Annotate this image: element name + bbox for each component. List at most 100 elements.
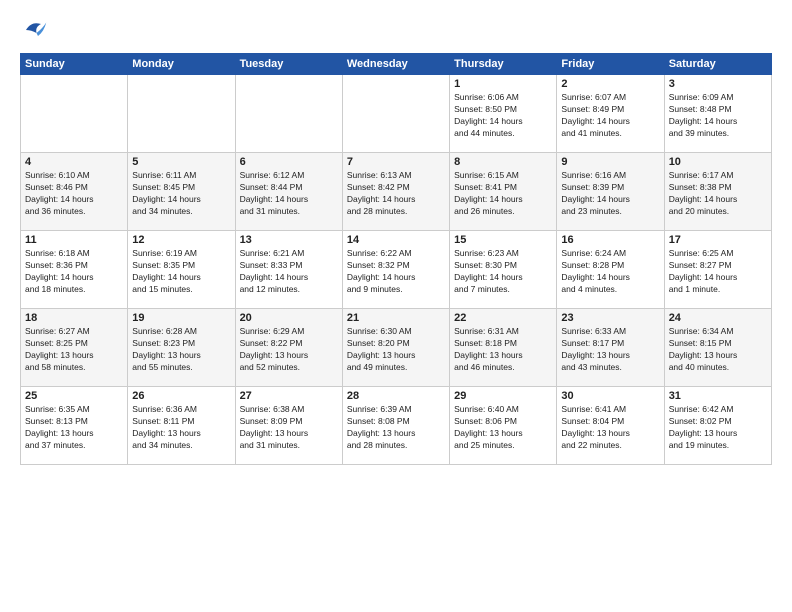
calendar-cell: 20Sunrise: 6:29 AM Sunset: 8:22 PM Dayli…: [235, 309, 342, 387]
day-info: Sunrise: 6:21 AM Sunset: 8:33 PM Dayligh…: [240, 248, 338, 296]
week-row-5: 25 Sunrise: 6:35 AM Sunset: 8:13 PM Dayli…: [21, 387, 772, 465]
day-info: Sunrise: 6:09 AM Sunset: 8:48 PM Dayligh…: [669, 92, 767, 140]
day-number: 22: [454, 312, 552, 324]
day-info: Sunrise: 6:30 AM Sunset: 8:20 PM Dayligh…: [347, 326, 445, 374]
day-number: 4: [25, 156, 123, 168]
day-number: 14: [347, 234, 445, 246]
calendar-cell: 8Sunrise: 6:15 AM Sunset: 8:41 PM Daylig…: [450, 153, 557, 231]
page: SundayMondayTuesdayWednesdayThursdayFrid…: [0, 0, 792, 612]
day-number: 31: [669, 390, 767, 402]
day-header-friday: Friday: [557, 54, 664, 75]
day-number: 15: [454, 234, 552, 246]
week-row-4: 18Sunrise: 6:27 AM Sunset: 8:25 PM Dayli…: [21, 309, 772, 387]
day-number: 19: [132, 312, 230, 324]
day-info: Sunrise: 6:15 AM Sunset: 8:41 PM Dayligh…: [454, 170, 552, 218]
day-info: Sunrise: 6:28 AM Sunset: 8:23 PM Dayligh…: [132, 326, 230, 374]
day-number: 21: [347, 312, 445, 324]
calendar-cell: 28 Sunrise: 6:39 AM Sunset: 8:08 PM Dayli…: [342, 387, 449, 465]
week-row-3: 11 Sunrise: 6:18 AM Sunset: 8:36 PM Dayli…: [21, 231, 772, 309]
calendar-cell: 16 Sunrise: 6:24 AM Sunset: 8:28 PM Dayli…: [557, 231, 664, 309]
calendar-cell: 2 Sunrise: 6:07 AM Sunset: 8:49 PM Daylig…: [557, 75, 664, 153]
day-number: 30: [561, 390, 659, 402]
calendar-cell: 19 Sunrise: 6:28 AM Sunset: 8:23 PM Dayli…: [128, 309, 235, 387]
day-header-thursday: Thursday: [450, 54, 557, 75]
day-number: 23: [561, 312, 659, 324]
day-info: Sunrise: 6:25 AM Sunset: 8:27 PM Dayligh…: [669, 248, 767, 296]
calendar-cell: 13 Sunrise: 6:21 AM Sunset: 8:33 PM Dayli…: [235, 231, 342, 309]
day-number: 24: [669, 312, 767, 324]
day-info: Sunrise: 6:18 AM Sunset: 8:36 PM Dayligh…: [25, 248, 123, 296]
calendar-cell: 9 Sunrise: 6:16 AM Sunset: 8:39 PM Daylig…: [557, 153, 664, 231]
day-info: Sunrise: 6:35 AM Sunset: 8:13 PM Dayligh…: [25, 404, 123, 452]
calendar-cell: 10Sunrise: 6:17 AM Sunset: 8:38 PM Dayli…: [664, 153, 771, 231]
day-number: 28: [347, 390, 445, 402]
day-number: 16: [561, 234, 659, 246]
header-row: SundayMondayTuesdayWednesdayThursdayFrid…: [21, 54, 772, 75]
calendar-cell: 3 Sunrise: 6:09 AM Sunset: 8:48 PM Daylig…: [664, 75, 771, 153]
calendar-cell: 23 Sunrise: 6:33 AM Sunset: 8:17 PM Dayli…: [557, 309, 664, 387]
day-number: 13: [240, 234, 338, 246]
calendar-cell: 7 Sunrise: 6:13 AM Sunset: 8:42 PM Daylig…: [342, 153, 449, 231]
day-header-sunday: Sunday: [21, 54, 128, 75]
day-info: Sunrise: 6:41 AM Sunset: 8:04 PM Dayligh…: [561, 404, 659, 452]
day-info: Sunrise: 6:22 AM Sunset: 8:32 PM Dayligh…: [347, 248, 445, 296]
day-info: Sunrise: 6:10 AM Sunset: 8:46 PM Dayligh…: [25, 170, 123, 218]
day-number: 6: [240, 156, 338, 168]
day-info: Sunrise: 6:13 AM Sunset: 8:42 PM Dayligh…: [347, 170, 445, 218]
day-number: 12: [132, 234, 230, 246]
day-info: Sunrise: 6:17 AM Sunset: 8:38 PM Dayligh…: [669, 170, 767, 218]
day-info: Sunrise: 6:24 AM Sunset: 8:28 PM Dayligh…: [561, 248, 659, 296]
day-info: Sunrise: 6:12 AM Sunset: 8:44 PM Dayligh…: [240, 170, 338, 218]
calendar-cell: 12 Sunrise: 6:19 AM Sunset: 8:35 PM Dayli…: [128, 231, 235, 309]
day-number: 25: [25, 390, 123, 402]
day-info: Sunrise: 6:23 AM Sunset: 8:30 PM Dayligh…: [454, 248, 552, 296]
day-info: Sunrise: 6:11 AM Sunset: 8:45 PM Dayligh…: [132, 170, 230, 218]
day-number: 2: [561, 78, 659, 90]
calendar-cell: 17 Sunrise: 6:25 AM Sunset: 8:27 PM Dayli…: [664, 231, 771, 309]
day-info: Sunrise: 6:31 AM Sunset: 8:18 PM Dayligh…: [454, 326, 552, 374]
day-number: 7: [347, 156, 445, 168]
day-number: 17: [669, 234, 767, 246]
day-info: Sunrise: 6:40 AM Sunset: 8:06 PM Dayligh…: [454, 404, 552, 452]
calendar-cell: [21, 75, 128, 153]
day-number: 20: [240, 312, 338, 324]
day-header-wednesday: Wednesday: [342, 54, 449, 75]
calendar-cell: 29 Sunrise: 6:40 AM Sunset: 8:06 PM Dayli…: [450, 387, 557, 465]
calendar-cell: 22 Sunrise: 6:31 AM Sunset: 8:18 PM Dayli…: [450, 309, 557, 387]
day-number: 26: [132, 390, 230, 402]
calendar-cell: [128, 75, 235, 153]
week-row-1: 1Sunrise: 6:06 AM Sunset: 8:50 PM Daylig…: [21, 75, 772, 153]
day-header-monday: Monday: [128, 54, 235, 75]
calendar-cell: [342, 75, 449, 153]
day-number: 11: [25, 234, 123, 246]
day-info: Sunrise: 6:16 AM Sunset: 8:39 PM Dayligh…: [561, 170, 659, 218]
day-info: Sunrise: 6:39 AM Sunset: 8:08 PM Dayligh…: [347, 404, 445, 452]
calendar-cell: 15 Sunrise: 6:23 AM Sunset: 8:30 PM Dayli…: [450, 231, 557, 309]
calendar-cell: 14 Sunrise: 6:22 AM Sunset: 8:32 PM Dayli…: [342, 231, 449, 309]
calendar-cell: 1Sunrise: 6:06 AM Sunset: 8:50 PM Daylig…: [450, 75, 557, 153]
day-header-saturday: Saturday: [664, 54, 771, 75]
calendar-cell: 4 Sunrise: 6:10 AM Sunset: 8:46 PM Daylig…: [21, 153, 128, 231]
calendar-cell: 25 Sunrise: 6:35 AM Sunset: 8:13 PM Dayli…: [21, 387, 128, 465]
day-info: Sunrise: 6:33 AM Sunset: 8:17 PM Dayligh…: [561, 326, 659, 374]
calendar-cell: 24 Sunrise: 6:34 AM Sunset: 8:15 PM Dayli…: [664, 309, 771, 387]
header: [20, 15, 772, 45]
calendar-cell: 18Sunrise: 6:27 AM Sunset: 8:25 PM Dayli…: [21, 309, 128, 387]
calendar-cell: [235, 75, 342, 153]
calendar-table: SundayMondayTuesdayWednesdayThursdayFrid…: [20, 53, 772, 465]
day-info: Sunrise: 6:27 AM Sunset: 8:25 PM Dayligh…: [25, 326, 123, 374]
day-number: 27: [240, 390, 338, 402]
day-info: Sunrise: 6:19 AM Sunset: 8:35 PM Dayligh…: [132, 248, 230, 296]
day-info: Sunrise: 6:38 AM Sunset: 8:09 PM Dayligh…: [240, 404, 338, 452]
day-number: 9: [561, 156, 659, 168]
calendar-cell: 27 Sunrise: 6:38 AM Sunset: 8:09 PM Dayli…: [235, 387, 342, 465]
calendar-cell: 6 Sunrise: 6:12 AM Sunset: 8:44 PM Daylig…: [235, 153, 342, 231]
calendar-cell: 31Sunrise: 6:42 AM Sunset: 8:02 PM Dayli…: [664, 387, 771, 465]
calendar-cell: 30 Sunrise: 6:41 AM Sunset: 8:04 PM Dayli…: [557, 387, 664, 465]
calendar-cell: 26Sunrise: 6:36 AM Sunset: 8:11 PM Dayli…: [128, 387, 235, 465]
day-number: 3: [669, 78, 767, 90]
day-info: Sunrise: 6:07 AM Sunset: 8:49 PM Dayligh…: [561, 92, 659, 140]
day-number: 29: [454, 390, 552, 402]
day-info: Sunrise: 6:34 AM Sunset: 8:15 PM Dayligh…: [669, 326, 767, 374]
logo: [20, 15, 54, 45]
